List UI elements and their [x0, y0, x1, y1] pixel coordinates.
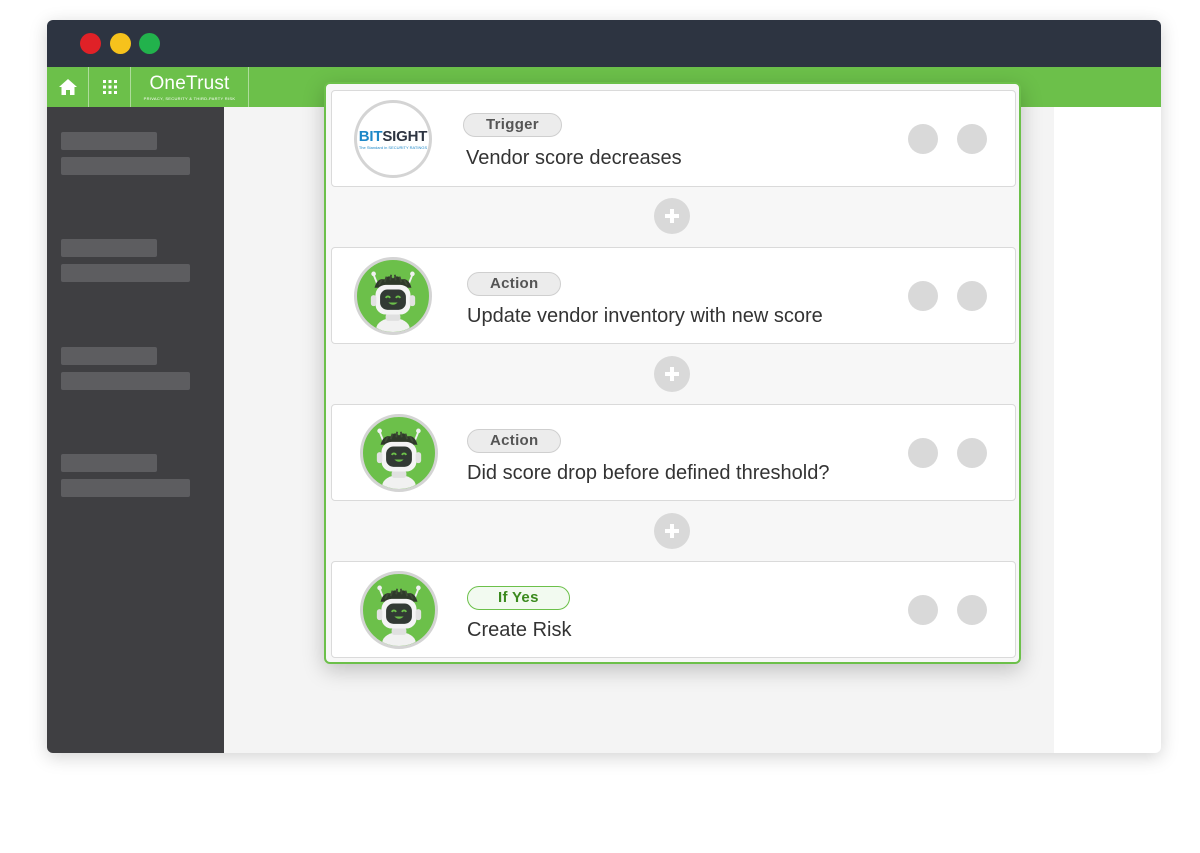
step-option-button[interactable]: [957, 281, 987, 311]
step-type-badge: If Yes: [467, 586, 570, 610]
close-window-button[interactable]: [80, 33, 101, 54]
sidebar-placeholder: [61, 454, 157, 472]
plus-icon: [665, 367, 679, 381]
add-step-button[interactable]: [654, 198, 690, 234]
brand-tagline: PRIVACY, SECURITY & THIRD-PARTY RISK: [143, 95, 236, 101]
bitsight-wordmark: BITSIGHT: [358, 127, 428, 145]
step-option-button[interactable]: [957, 438, 987, 468]
sidebar-placeholder: [61, 157, 190, 175]
bitsight-logo: BITSIGHT The Standard in SECURITY RATING…: [354, 100, 432, 178]
robot-icon: [360, 571, 438, 649]
sidebar-placeholder: [61, 264, 190, 282]
sidebar: [47, 107, 224, 753]
home-button[interactable]: [47, 67, 89, 107]
step-option-button[interactable]: [908, 595, 938, 625]
step-title: Did score drop before defined threshold?: [467, 462, 830, 484]
sidebar-placeholder: [61, 372, 190, 390]
brand-logo[interactable]: OneTrust PRIVACY, SECURITY & THIRD-PARTY…: [131, 67, 249, 107]
title-bar: [47, 20, 1161, 67]
workflow-step-trigger[interactable]: BITSIGHT The Standard in SECURITY RATING…: [331, 90, 1016, 187]
add-step-button[interactable]: [654, 356, 690, 392]
step-title: Vendor score decreases: [466, 147, 682, 169]
workflow-panel: BITSIGHT The Standard in SECURITY RATING…: [324, 82, 1021, 664]
maximize-window-button[interactable]: [139, 33, 160, 54]
step-type-badge: Trigger: [463, 113, 562, 137]
step-title: Update vendor inventory with new score: [467, 305, 823, 327]
sidebar-placeholder: [61, 479, 190, 497]
step-type-badge: Action: [467, 272, 562, 296]
robot-icon: [354, 257, 432, 335]
step-type-badge: Action: [467, 429, 562, 453]
add-step-button[interactable]: [654, 513, 690, 549]
step-option-button[interactable]: [908, 124, 938, 154]
workflow-step-condition[interactable]: If Yes Create Risk: [331, 561, 1016, 658]
grid-icon: [102, 80, 117, 94]
bitsight-tagline: The Standard in SECURITY RATINGS: [358, 144, 428, 150]
home-icon: [58, 79, 77, 95]
plus-icon: [665, 209, 679, 223]
brand-name: OneTrust: [149, 72, 230, 94]
step-option-button[interactable]: [957, 595, 987, 625]
plus-icon: [665, 524, 679, 538]
workflow-step-action[interactable]: Action Update vendor inventory with new …: [331, 247, 1016, 344]
minimize-window-button[interactable]: [110, 33, 131, 54]
workflow-step-action[interactable]: Action Did score drop before defined thr…: [331, 404, 1016, 501]
app-launcher-button[interactable]: [89, 67, 131, 107]
step-option-button[interactable]: [957, 124, 987, 154]
step-option-button[interactable]: [908, 281, 938, 311]
sidebar-placeholder: [61, 347, 157, 365]
sidebar-placeholder: [61, 239, 157, 257]
step-option-button[interactable]: [908, 438, 938, 468]
step-title: Create Risk: [467, 619, 572, 641]
robot-icon: [360, 414, 438, 492]
sidebar-placeholder: [61, 132, 157, 150]
